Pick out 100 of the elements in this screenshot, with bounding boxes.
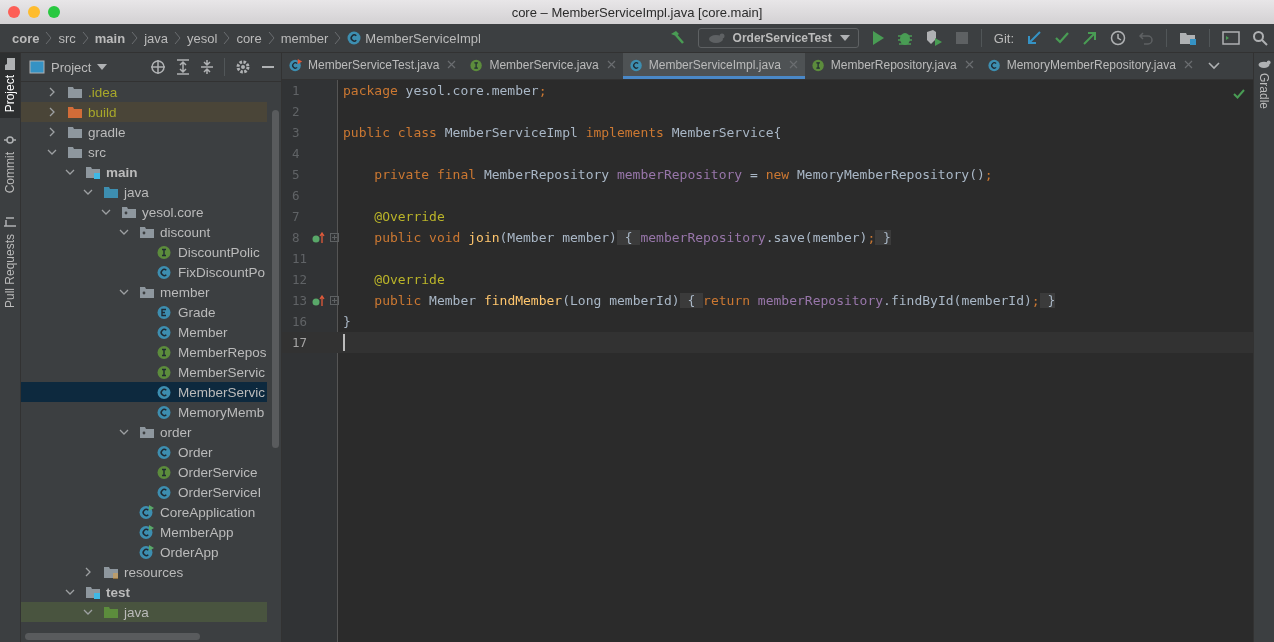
settings-icon[interactable] <box>235 59 251 75</box>
run-configuration-dropdown[interactable]: OrderServiceTest <box>697 28 859 48</box>
tool-window-tab[interactable]: Pull Requests <box>0 209 20 314</box>
coverage-icon[interactable] <box>924 29 943 47</box>
tree-item[interactable]: DiscountPolic <box>21 242 267 262</box>
tree-item[interactable]: MemberRepos <box>21 342 267 362</box>
folder-icon <box>85 585 101 599</box>
tree-item[interactable]: Member <box>21 322 267 342</box>
chevron-icon[interactable] <box>1207 62 1220 70</box>
fold-icon[interactable] <box>330 233 339 242</box>
collapse-icon[interactable] <box>200 59 214 75</box>
chevron-icon <box>81 31 89 45</box>
chevron-icon[interactable] <box>83 607 93 617</box>
chevron-icon <box>334 31 342 45</box>
expand-icon[interactable] <box>176 59 190 75</box>
history-icon[interactable] <box>1110 30 1126 46</box>
breadcrumb-item[interactable]: core <box>236 30 262 46</box>
tree-item[interactable]: Order <box>21 442 267 462</box>
chevron-icon[interactable] <box>119 287 129 297</box>
override-marker-icon[interactable] <box>312 231 326 244</box>
breadcrumb-item[interactable]: src <box>58 30 76 46</box>
tree-item[interactable]: java <box>21 182 267 202</box>
chevron-icon[interactable] <box>83 567 93 577</box>
check-icon <box>1233 88 1245 100</box>
fold-icon[interactable] <box>330 296 339 305</box>
class-icon <box>157 324 173 340</box>
runnable-class-icon <box>139 524 155 540</box>
arrow-icon[interactable] <box>1026 30 1042 46</box>
chevron-icon[interactable] <box>47 147 57 157</box>
breadcrumb-item[interactable]: member <box>280 30 329 46</box>
tree-item[interactable]: src <box>21 142 267 162</box>
tree-item[interactable]: MemberServic <box>21 362 267 382</box>
chevron-icon[interactable] <box>83 187 93 197</box>
text-cursor <box>343 334 345 351</box>
package-icon <box>139 425 155 439</box>
editor-tab[interactable]: MemberService.java <box>463 53 623 79</box>
chevron-icon[interactable] <box>47 87 57 97</box>
interface-icon <box>157 364 173 380</box>
chevron-icon[interactable] <box>65 587 75 597</box>
tree-item[interactable]: MemberServic <box>21 382 267 402</box>
commit-icon <box>4 134 16 147</box>
tree-item[interactable]: yesol.core <box>21 202 267 222</box>
chevron-icon[interactable] <box>47 127 57 137</box>
view-dropdown[interactable]: Project <box>29 59 108 75</box>
run-icon[interactable] <box>870 30 885 46</box>
tree-item[interactable]: OrderApp <box>21 542 267 562</box>
folder-icon[interactable] <box>1179 30 1197 46</box>
tree-item[interactable]: OrderService <box>21 462 267 482</box>
tree-item[interactable]: resources <box>21 562 267 582</box>
editor-tab[interactable]: MemberServiceTest.java <box>282 53 464 79</box>
tree-item[interactable]: MemoryMemb <box>21 402 267 422</box>
class-icon <box>987 57 1002 72</box>
tree-item[interactable]: Grade <box>21 302 267 322</box>
tool-window-tab[interactable]: Project <box>0 53 20 119</box>
class-icon <box>157 484 173 500</box>
code-line: @Override <box>373 272 445 287</box>
scrollbar[interactable] <box>25 633 200 640</box>
code-line: } <box>343 314 351 329</box>
scrollbar[interactable] <box>272 110 279 448</box>
close-button[interactable] <box>8 6 20 18</box>
editor-tab[interactable]: MemoryMemberRepository.java <box>980 53 1200 79</box>
tree-item[interactable]: test <box>21 582 267 602</box>
package-icon <box>139 225 155 239</box>
tree-item[interactable]: .idea <box>21 82 267 102</box>
editor-tab[interactable]: MemberServiceImpl.java <box>622 53 805 79</box>
tree-item[interactable]: member <box>21 282 267 302</box>
tool-window-tab[interactable]: Gradle <box>1254 53 1274 116</box>
runnable-class-icon <box>139 504 155 520</box>
tree-item[interactable]: main <box>21 162 267 182</box>
breadcrumb-item[interactable]: MemberServiceImpl <box>365 30 481 46</box>
breadcrumb-item[interactable]: core <box>12 30 40 46</box>
line-number: 17 <box>291 335 309 350</box>
tree-item[interactable]: MemberApp <box>21 522 267 542</box>
target-icon[interactable] <box>150 59 166 75</box>
search-icon[interactable] <box>1252 30 1268 46</box>
check-icon[interactable] <box>1054 30 1070 46</box>
editor-tab[interactable]: MemberRepository.java <box>804 53 981 79</box>
tree-item[interactable]: OrderServiceI <box>21 482 267 502</box>
chevron-icon[interactable] <box>47 107 57 117</box>
tool-window-tab[interactable]: Commit <box>0 128 20 200</box>
tree-item[interactable]: order <box>21 422 267 442</box>
tree-item[interactable]: CoreApplication <box>21 502 267 522</box>
breadcrumb-item[interactable]: java <box>144 30 168 46</box>
class-icon <box>157 404 173 420</box>
chevron-icon[interactable] <box>119 227 129 237</box>
tree-item[interactable]: FixDiscountPo <box>21 262 267 282</box>
chevron-icon[interactable] <box>65 167 75 177</box>
tree-item[interactable]: gradle <box>21 122 267 142</box>
arrow-icon[interactable] <box>1082 30 1098 46</box>
chevron-icon[interactable] <box>119 427 129 437</box>
terminal-icon[interactable] <box>1222 30 1240 46</box>
tree-item[interactable]: build <box>21 102 267 122</box>
tree-item[interactable]: java <box>21 602 267 622</box>
chevron-icon[interactable] <box>101 207 111 217</box>
package-icon <box>121 205 137 219</box>
tree-item[interactable]: discount <box>21 222 267 242</box>
breadcrumb-item[interactable]: yesol <box>187 30 218 46</box>
override-marker-icon[interactable] <box>312 294 326 307</box>
bug-icon[interactable] <box>896 30 913 46</box>
breadcrumb-item[interactable]: main <box>94 30 126 46</box>
